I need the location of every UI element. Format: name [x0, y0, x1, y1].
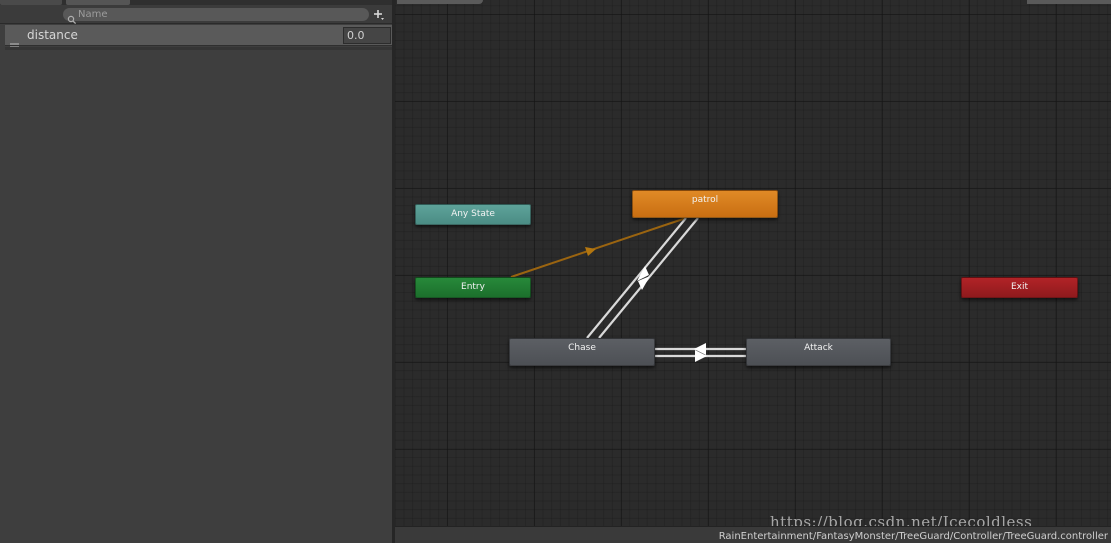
parameter-value-field[interactable] [343, 27, 391, 44]
graph-toolbar-button[interactable] [1027, 0, 1111, 4]
controller-path: RainEntertainment/FantasyMonster/TreeGua… [718, 531, 1108, 542]
search-input[interactable] [77, 8, 357, 21]
parameter-row-separator [5, 47, 392, 50]
status-bar: RainEntertainment/FantasyMonster/TreeGua… [395, 526, 1111, 543]
parameters-toolbar [0, 5, 394, 24]
state-exit[interactable]: Exit [961, 277, 1078, 298]
state-entry[interactable]: Entry [415, 277, 531, 298]
layer-breadcrumb[interactable] [397, 0, 483, 4]
add-parameter-button[interactable] [372, 8, 386, 22]
parameters-panel: distance [0, 0, 394, 543]
animator-graph-canvas[interactable] [395, 0, 1111, 543]
search-box[interactable] [63, 8, 369, 24]
parameter-name: distance [27, 28, 78, 42]
state-attack[interactable]: Attack [746, 338, 891, 366]
parameter-row-distance[interactable]: distance [5, 25, 392, 48]
state-chase[interactable]: Chase [509, 338, 655, 366]
plus-icon [374, 10, 384, 20]
state-any-state[interactable]: Any State [415, 204, 531, 225]
search-icon [67, 10, 77, 24]
drag-handle-icon[interactable] [10, 33, 19, 48]
state-patrol[interactable]: patrol [632, 190, 778, 218]
